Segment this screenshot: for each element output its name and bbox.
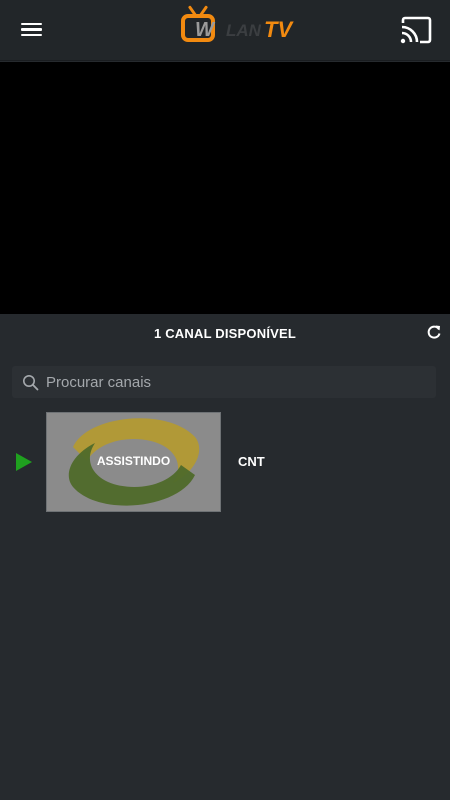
channel-list-item[interactable]: ASSISTINDO CNT	[0, 412, 450, 512]
search-icon	[23, 375, 39, 391]
channel-name: CNT	[238, 454, 265, 469]
refresh-icon	[427, 325, 441, 339]
watching-label: ASSISTINDO	[96, 454, 171, 468]
channel-count-label: 1 CANAL DISPONÍVEL	[153, 326, 297, 341]
channel-thumbnail: ASSISTINDO	[46, 412, 221, 512]
channel-search-box	[12, 366, 436, 398]
video-player[interactable]	[0, 62, 450, 314]
play-icon	[16, 453, 32, 471]
app-logo: W LAN TV	[178, 4, 304, 48]
refresh-button[interactable]	[426, 324, 442, 340]
logo-text-w: W	[195, 19, 214, 41]
menu-button[interactable]	[18, 18, 46, 42]
hamburger-menu-icon	[21, 23, 42, 26]
channel-count-bar: 1 CANAL DISPONÍVEL	[0, 314, 450, 354]
search-input[interactable]	[46, 366, 426, 398]
cast-button[interactable]	[400, 16, 433, 44]
top-app-bar: W LAN TV	[0, 0, 450, 61]
logo-text-tv: TV	[264, 17, 293, 42]
logo-text-lan: LAN	[226, 21, 261, 40]
cast-icon	[400, 16, 432, 44]
